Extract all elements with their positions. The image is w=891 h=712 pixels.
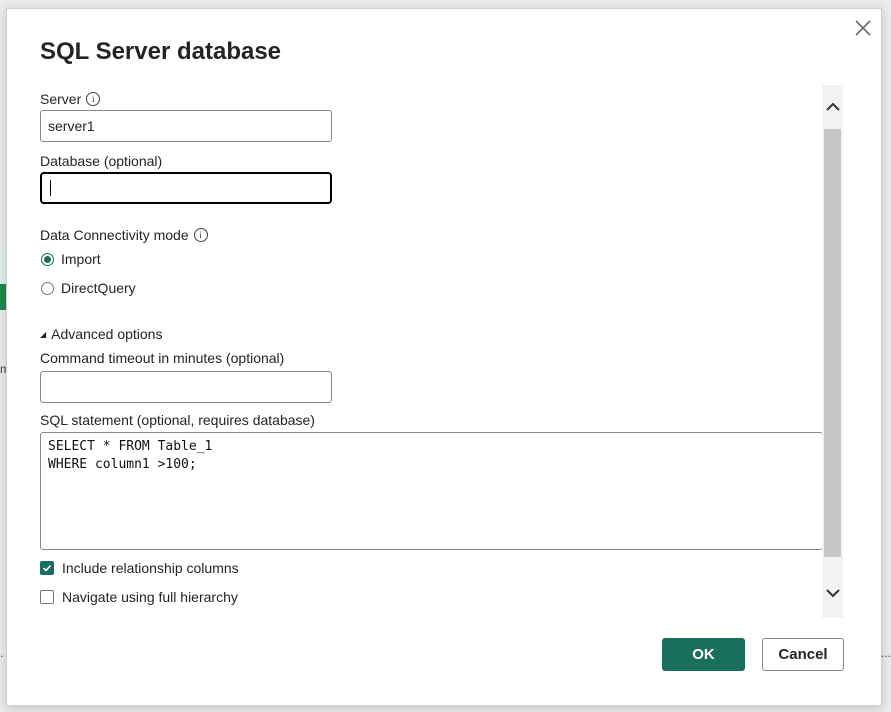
sql-statement-textarea[interactable]: SELECT * FROM Table_1 WHERE column1 >100… xyxy=(40,432,823,550)
timeout-label: Command timeout in minutes (optional) xyxy=(40,350,285,366)
triangle-expanded-icon: ◢ xyxy=(40,329,47,339)
scroll-down-button[interactable] xyxy=(822,573,843,613)
navigate-full-hierarchy-label: Navigate using full hierarchy xyxy=(62,589,238,605)
dialog-title: SQL Server database xyxy=(40,38,282,65)
chevron-up-icon xyxy=(825,102,840,111)
sql-server-dialog: SQL Server database Serveri Database (op… xyxy=(6,8,882,706)
connectivity-label: Data Connectivity mode xyxy=(40,227,189,243)
ok-button[interactable]: OK xyxy=(662,638,745,671)
radio-button-unselected[interactable] xyxy=(41,281,54,295)
close-icon xyxy=(855,20,871,36)
radio-directquery[interactable]: DirectQuery xyxy=(41,280,136,296)
connectivity-label-row: Data Connectivity mode i xyxy=(40,227,208,243)
vertical-scrollbar[interactable] xyxy=(822,85,843,618)
include-relationship-columns[interactable]: Include relationship columns xyxy=(40,560,239,576)
radio-import[interactable]: Import xyxy=(41,251,101,267)
advanced-options-toggle[interactable]: ◢ Advanced options xyxy=(40,326,162,342)
sql-statement-label: SQL statement (optional, requires databa… xyxy=(40,412,315,428)
scroll-up-button[interactable] xyxy=(822,87,843,127)
navigate-full-hierarchy[interactable]: Navigate using full hierarchy xyxy=(40,589,238,605)
background-dots-right: ... xyxy=(880,646,891,660)
radio-directquery-label: DirectQuery xyxy=(61,280,136,296)
include-relationship-columns-label: Include relationship columns xyxy=(62,560,239,576)
server-label: Server xyxy=(40,91,82,107)
server-input[interactable] xyxy=(40,110,332,142)
chevron-down-icon xyxy=(825,589,840,598)
info-icon[interactable]: i xyxy=(193,228,208,243)
scroll-thumb[interactable] xyxy=(824,129,841,557)
server-label-row: Server i xyxy=(40,91,101,107)
timeout-input[interactable] xyxy=(40,371,332,403)
checkbox-checked[interactable] xyxy=(40,561,54,575)
checkbox-unchecked[interactable] xyxy=(40,590,54,604)
radio-import-label: Import xyxy=(61,251,101,267)
checkmark-icon xyxy=(42,564,52,572)
database-label: Database (optional) xyxy=(40,153,163,169)
database-input[interactable] xyxy=(40,172,332,204)
radio-button-selected[interactable] xyxy=(41,252,54,266)
cancel-button[interactable]: Cancel xyxy=(762,638,844,671)
info-icon[interactable]: i xyxy=(86,92,101,107)
background-dots-left: . xyxy=(0,646,4,660)
text-caret xyxy=(50,180,51,196)
close-button[interactable] xyxy=(852,17,874,39)
advanced-options-label: Advanced options xyxy=(51,326,163,342)
